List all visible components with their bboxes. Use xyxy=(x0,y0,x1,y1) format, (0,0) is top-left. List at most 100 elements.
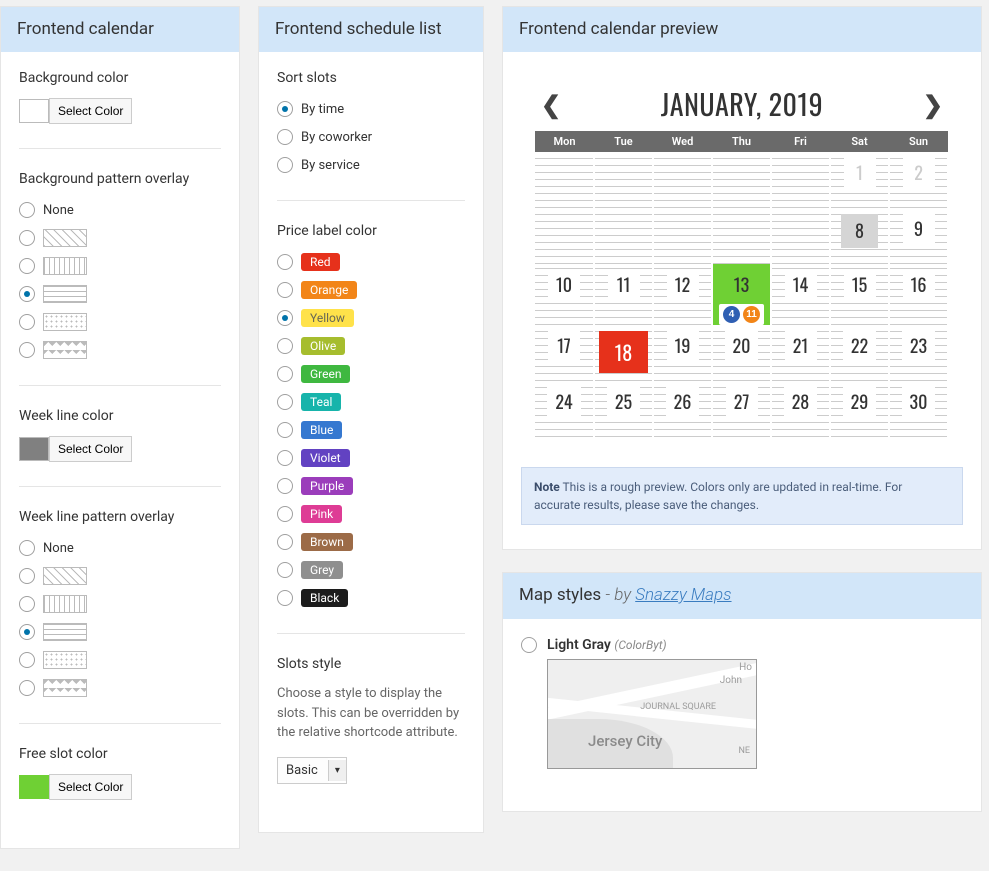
calendar-day[interactable]: 22 xyxy=(830,325,889,381)
snazzy-maps-link[interactable]: Snazzy Maps xyxy=(635,585,731,605)
calendar-day xyxy=(594,152,653,208)
pill-grey: Grey xyxy=(301,561,343,579)
preview-note: Note This is a rough preview. Colors onl… xyxy=(521,467,963,525)
slot-badge: 4 xyxy=(723,306,740,323)
radio-sort-time[interactable] xyxy=(277,101,293,117)
radio-pattern-diag[interactable] xyxy=(19,568,35,584)
select-color-button[interactable]: Select Color xyxy=(49,436,132,462)
radio-color-brown[interactable] xyxy=(277,534,293,550)
panel-frontend-calendar: Frontend calendar Background color Selec… xyxy=(0,6,240,849)
radio-pattern-zigzag[interactable] xyxy=(19,680,35,696)
calendar-day[interactable]: 29 xyxy=(830,381,889,437)
note-text: This is a rough preview. Colors only are… xyxy=(534,480,902,512)
radio-color-black[interactable] xyxy=(277,590,293,606)
radio-pattern-vert[interactable] xyxy=(19,596,35,612)
field-label-bg-color: Background color xyxy=(19,70,221,86)
select-color-button[interactable]: Select Color xyxy=(49,774,132,800)
radio-color-orange[interactable] xyxy=(277,282,293,298)
field-label-weekline-color: Week line color xyxy=(19,408,221,424)
radio-color-violet[interactable] xyxy=(277,450,293,466)
calendar-day[interactable]: 14 xyxy=(771,264,830,325)
weekday-header: Tue xyxy=(594,131,653,152)
calendar-day[interactable]: 8 xyxy=(830,208,889,264)
calendar-day[interactable]: 16 xyxy=(889,264,948,325)
prev-month-button[interactable]: ❮ xyxy=(535,91,567,119)
next-month-button[interactable]: ❯ xyxy=(917,91,949,119)
calendar-day[interactable]: 27 xyxy=(712,381,771,437)
radio-sort-service[interactable] xyxy=(277,157,293,173)
calendar-day[interactable]: 11 xyxy=(594,264,653,325)
calendar-day[interactable]: 15 xyxy=(830,264,889,325)
calendar-day[interactable]: 12 xyxy=(653,264,712,325)
calendar-day[interactable]: 2 xyxy=(889,152,948,208)
pattern-preview-diag xyxy=(43,567,87,585)
radio-color-red[interactable] xyxy=(277,254,293,270)
swatch-weekline-color[interactable] xyxy=(19,437,49,461)
radio-color-yellow[interactable] xyxy=(277,310,293,326)
pattern-preview-dots xyxy=(43,313,87,331)
calendar-day[interactable]: 10 xyxy=(535,264,594,325)
radio-label: None xyxy=(43,541,74,556)
radio-color-pink[interactable] xyxy=(277,506,293,522)
calendar-day[interactable]: 30 xyxy=(889,381,948,437)
radio-pattern-none[interactable] xyxy=(19,540,35,556)
radio-color-purple[interactable] xyxy=(277,478,293,494)
radio-color-green[interactable] xyxy=(277,366,293,382)
radio-label: By coworker xyxy=(301,130,372,145)
note-bold: Note xyxy=(534,480,560,494)
calendar-day[interactable]: 26 xyxy=(653,381,712,437)
calendar-day[interactable]: 25 xyxy=(594,381,653,437)
radio-label: By time xyxy=(301,102,344,117)
radio-color-blue[interactable] xyxy=(277,422,293,438)
weekday-header: Sun xyxy=(889,131,948,152)
map-style-name: Light Gray (ColorByt) xyxy=(547,637,757,653)
radio-group-sort-slots: By time By coworker By service xyxy=(277,98,465,176)
calendar-day[interactable]: 17 xyxy=(535,325,594,381)
radio-pattern-zigzag[interactable] xyxy=(19,342,35,358)
pill-brown: Brown xyxy=(301,533,353,551)
calendar-day[interactable]: 23 xyxy=(889,325,948,381)
calendar-day[interactable]: 18 xyxy=(594,325,653,381)
pill-purple: Purple xyxy=(301,477,353,495)
radio-pattern-horiz[interactable] xyxy=(19,624,35,640)
radio-mapstyle-lightgray[interactable] xyxy=(521,637,537,653)
pill-orange: Orange xyxy=(301,281,357,299)
calendar-day[interactable]: 28 xyxy=(771,381,830,437)
calendar-day[interactable]: 19 xyxy=(653,325,712,381)
pill-blue: Blue xyxy=(301,421,342,439)
panel-title: Frontend calendar xyxy=(1,7,239,52)
calendar-day[interactable]: 24 xyxy=(535,381,594,437)
slots-style-select[interactable]: Basic ▾ xyxy=(277,757,347,784)
map-style-thumb[interactable]: John Ho JOURNAL SQUARE Jersey City NE xyxy=(547,659,757,769)
field-label-price-color: Price label color xyxy=(277,223,465,239)
calendar-day[interactable]: 9 xyxy=(889,208,948,264)
calendar-day[interactable]: 20 xyxy=(712,325,771,381)
radio-color-teal[interactable] xyxy=(277,394,293,410)
calendar-day[interactable]: 13411 xyxy=(712,264,771,325)
radio-pattern-none[interactable] xyxy=(19,202,35,218)
radio-pattern-vert[interactable] xyxy=(19,258,35,274)
radio-pattern-dots[interactable] xyxy=(19,314,35,330)
pattern-preview-vert xyxy=(43,257,87,275)
radio-pattern-dots[interactable] xyxy=(19,652,35,668)
pill-pink: Pink xyxy=(301,505,342,523)
pill-green: Green xyxy=(301,365,350,383)
radio-color-grey[interactable] xyxy=(277,562,293,578)
field-label-slots-style: Slots style xyxy=(277,656,465,672)
swatch-free-slot-color[interactable] xyxy=(19,775,49,799)
swatch-bg-color[interactable] xyxy=(19,99,49,123)
radio-sort-coworker[interactable] xyxy=(277,129,293,145)
radio-pattern-diag[interactable] xyxy=(19,230,35,246)
calendar-day xyxy=(535,208,594,264)
weekday-header: Thu xyxy=(712,131,771,152)
calendar-day xyxy=(535,152,594,208)
radio-color-olive[interactable] xyxy=(277,338,293,354)
radio-group-weekline-pattern: None xyxy=(19,537,221,699)
radio-pattern-horiz[interactable] xyxy=(19,286,35,302)
calendar-day[interactable]: 1 xyxy=(830,152,889,208)
panel-calendar-preview: Frontend calendar preview ❮ JANUARY, 201… xyxy=(502,6,982,550)
select-color-button[interactable]: Select Color xyxy=(49,98,132,124)
calendar-day[interactable]: 21 xyxy=(771,325,830,381)
pill-olive: Olive xyxy=(301,337,345,355)
calendar-day xyxy=(653,208,712,264)
